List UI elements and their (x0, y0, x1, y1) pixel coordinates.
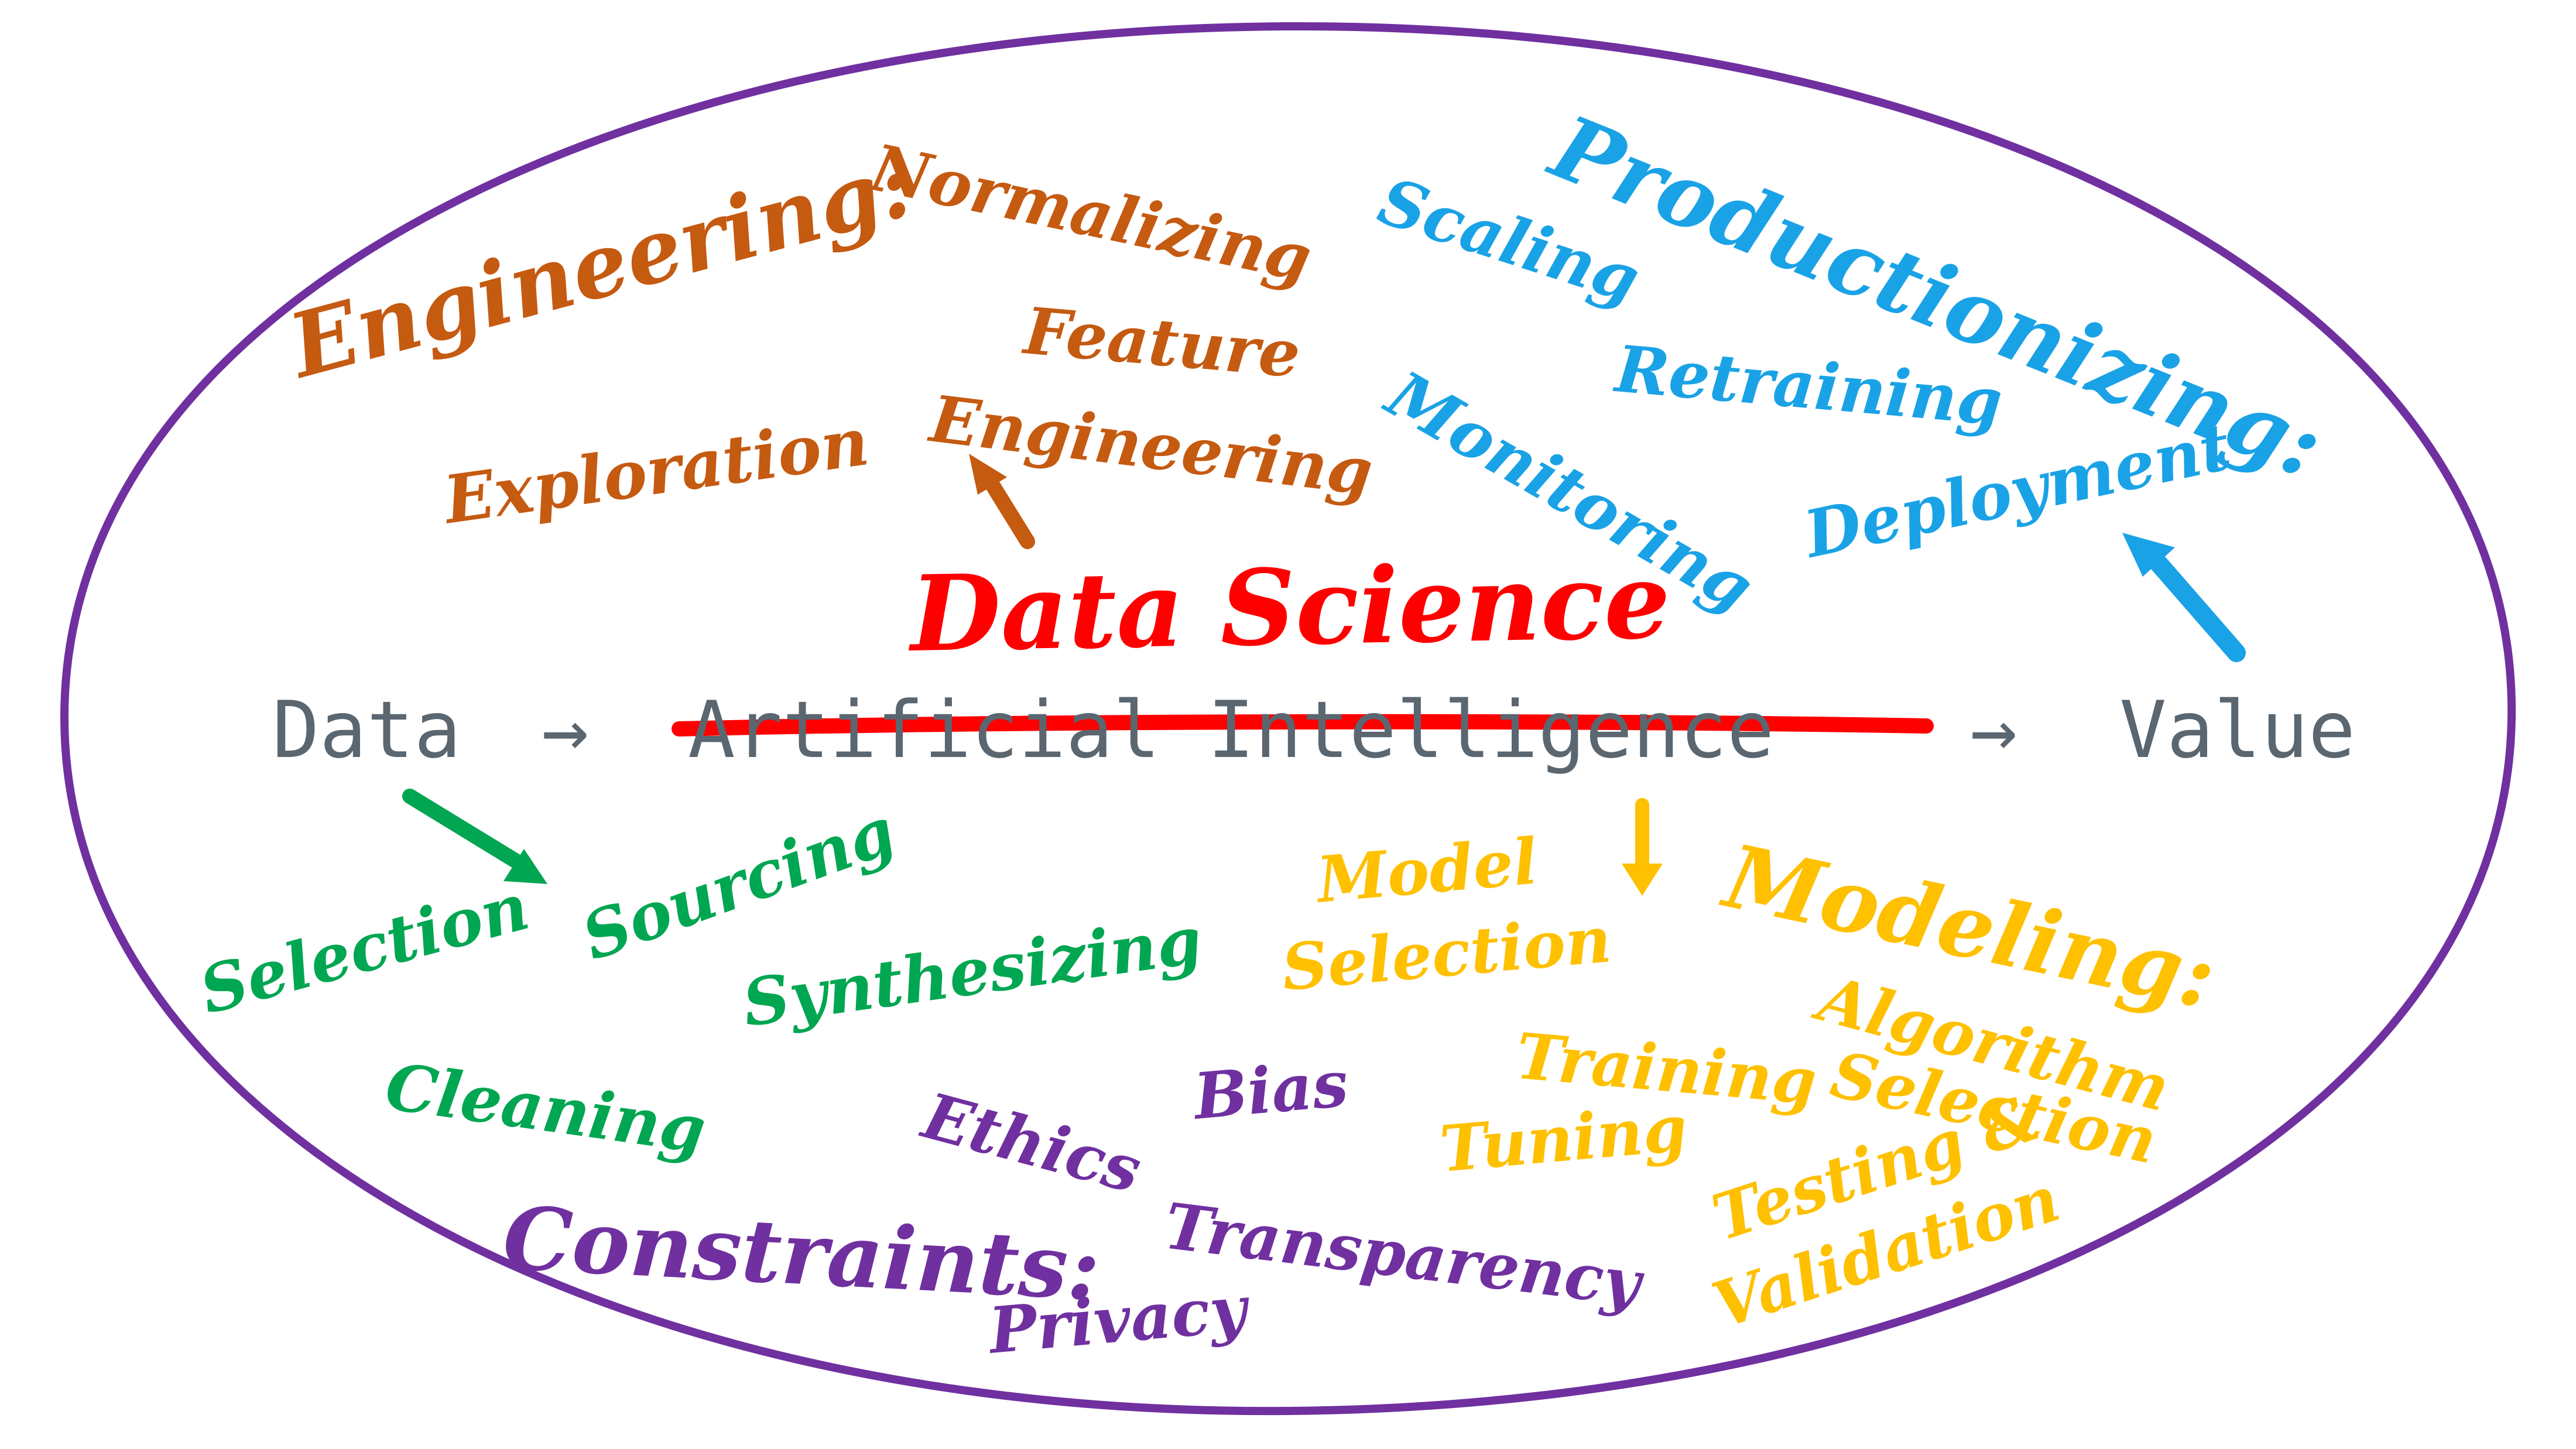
productionizing-arrow (2122, 533, 2246, 662)
pipeline-arrow-1: → (542, 684, 589, 776)
pipeline-data: Data (272, 684, 461, 776)
center-title: Data Science (909, 539, 1671, 675)
diagram-canvas: Data → Artificial Intelligence → Value D… (0, 0, 2576, 1449)
pipeline-arrow-2: → (1970, 684, 2017, 776)
modeling-model: Model (1314, 824, 1540, 917)
modeling-arrow (1622, 798, 1663, 896)
pipeline-ai: Artificial Intelligence (688, 684, 1775, 776)
pipeline-value: Value (2119, 684, 2356, 776)
constraints-bias: Bias (1191, 1047, 1351, 1134)
data-arrow (402, 789, 547, 884)
